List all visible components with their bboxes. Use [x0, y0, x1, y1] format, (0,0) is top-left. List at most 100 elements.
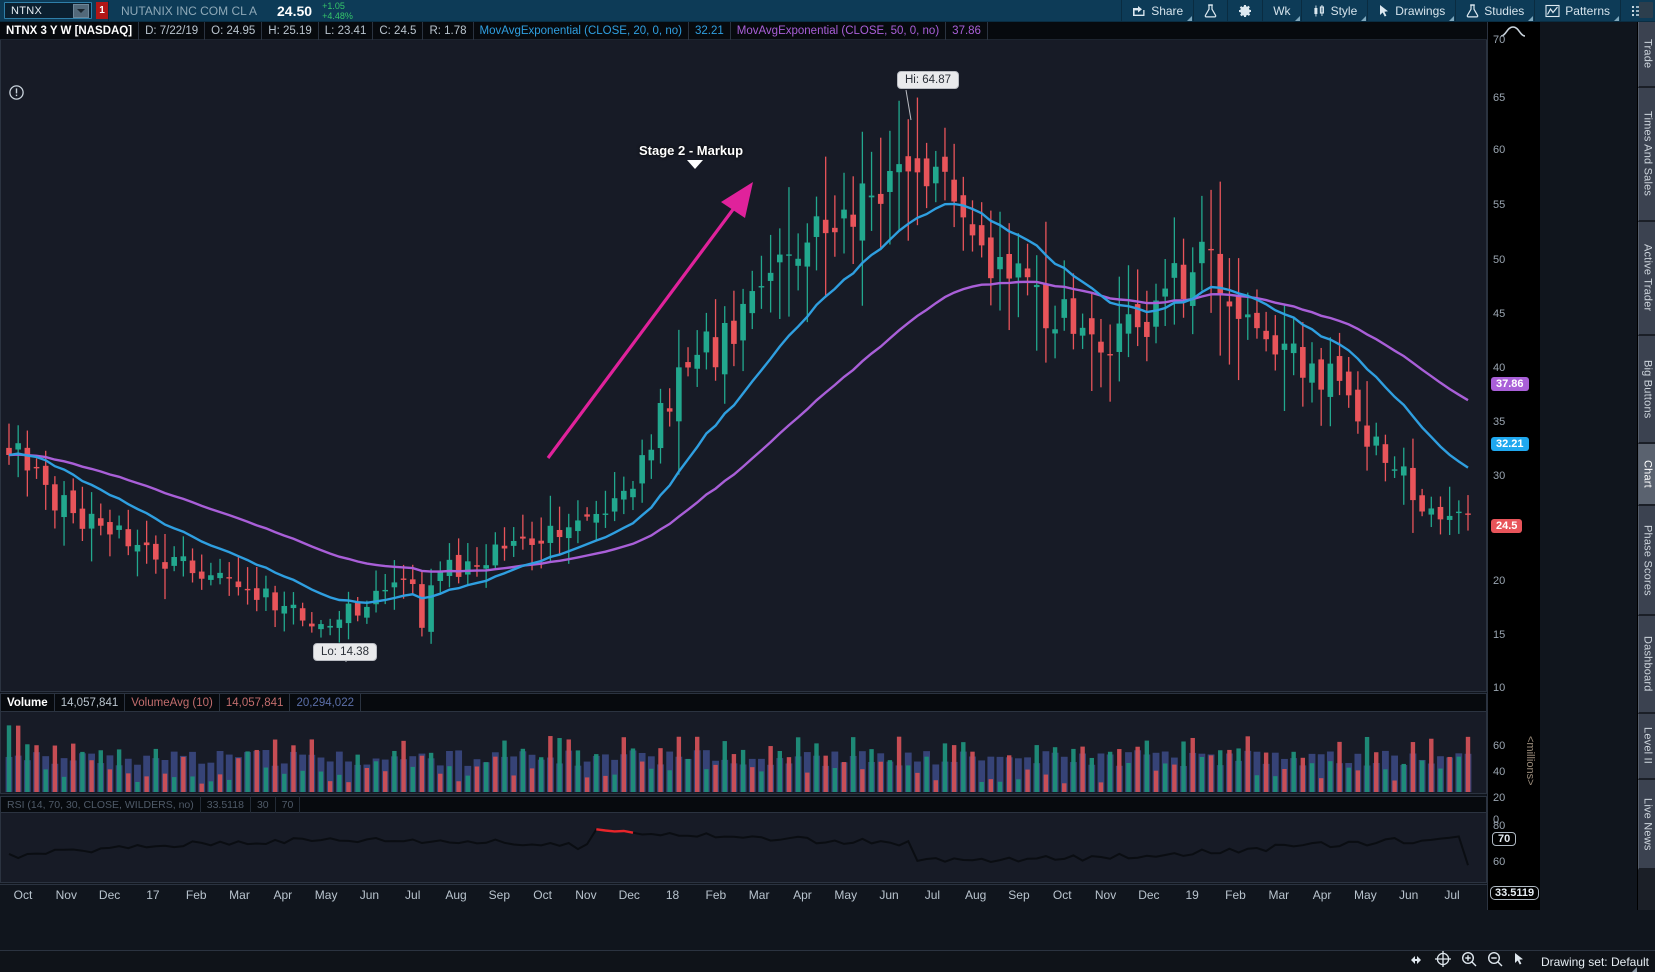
style-button[interactable]: Style	[1300, 0, 1368, 22]
zoom-in-icon[interactable]	[1461, 951, 1477, 972]
time-axis-label: Aug	[964, 888, 987, 902]
sidebar-tab-active-trader[interactable]: Active Trader	[1638, 222, 1655, 336]
sidebar-tab-phase-scores[interactable]: Phase Scores	[1638, 506, 1655, 616]
sidebar-tab-label: Trade	[1641, 39, 1654, 69]
time-axis-label: Nov	[55, 888, 77, 902]
study-ema20-value: 32.21	[689, 21, 731, 40]
price-axis[interactable]: 70 65 60 55 50 45 40 35 30 20 15 10 37.8…	[1487, 22, 1540, 910]
company-name: NUTANIX INC COM CL A	[121, 3, 258, 18]
flask-icon	[1466, 3, 1479, 17]
sidebar-tab-level-ii[interactable]: Level II	[1638, 714, 1655, 780]
sidebar-tab-chart[interactable]: Chart	[1638, 444, 1655, 506]
rsi-title[interactable]: RSI (14, 70, 30, CLOSE, WILDERS, no)	[1, 796, 201, 813]
bottom-status-bar: Drawing set: Default	[0, 950, 1655, 972]
time-axis-label: Mar	[229, 888, 250, 902]
chevron-down-icon[interactable]	[73, 3, 89, 18]
time-axis-label: Sep	[488, 888, 511, 902]
zoom-out-icon[interactable]	[1487, 951, 1503, 972]
price-tick: 15	[1493, 629, 1506, 641]
sidebar-tab-label: Phase Scores	[1641, 524, 1654, 596]
timeframe-label: Wk	[1273, 3, 1291, 18]
style-label: Style	[1330, 3, 1358, 18]
sidebar-tab-trade[interactable]: Trade	[1638, 22, 1655, 88]
sidebar-tab-dashboard[interactable]: Dashboard	[1638, 616, 1655, 714]
sidebar-tab-live-news[interactable]: Live News	[1638, 780, 1655, 870]
sidebar-tab-label: Active Trader	[1641, 244, 1654, 312]
patterns-button[interactable]: Patterns	[1534, 0, 1620, 22]
last-price-pill: 24.5	[1491, 519, 1523, 533]
flask-icon	[1204, 3, 1217, 17]
sidebar-tab-label: Times And Sales	[1641, 111, 1654, 197]
pattern-chart-icon	[1545, 4, 1560, 17]
sidebar-tab-label: Dashboard	[1641, 636, 1654, 692]
time-axis-label: Jul	[405, 888, 421, 902]
drawings-button[interactable]: Drawings	[1367, 0, 1455, 22]
stage-annotation-arrow	[687, 160, 703, 169]
time-axis-label: Jul	[1444, 888, 1460, 902]
volumeavg-label[interactable]: VolumeAvg (10)	[125, 693, 220, 712]
price-tick: 55	[1493, 199, 1506, 211]
time-axis-label: Apr	[273, 888, 293, 902]
time-axis-label: Dec	[98, 888, 121, 902]
price-chart-pane[interactable]: Stage 2 - Markup Hi: 64.87 Lo: 14.38	[0, 40, 1487, 692]
symbol-input[interactable]: NTNX	[4, 2, 92, 19]
right-sidebar-tabs: Trade Times And Sales Active Trader Big …	[1637, 22, 1655, 910]
stage-annotation-label[interactable]: Stage 2 - Markup	[639, 143, 743, 158]
candle-style-icon	[1313, 4, 1324, 16]
price-tick: 45	[1493, 308, 1506, 320]
time-axis-label: Sep	[1008, 888, 1030, 902]
time-axis-label: May	[314, 888, 338, 902]
time-axis-label: Nov	[575, 888, 597, 902]
settings-button[interactable]	[1227, 0, 1262, 22]
rsi-upper-band: 70	[276, 796, 301, 813]
price-tick: 35	[1493, 416, 1506, 428]
price-tick: 65	[1493, 92, 1506, 104]
price-tick: 50	[1493, 254, 1506, 266]
time-axis-label: Oct	[13, 888, 33, 902]
sidebar-tab-big-buttons[interactable]: Big Buttons	[1638, 336, 1655, 444]
crosshair-icon[interactable]	[1434, 951, 1451, 972]
time-axis-label: Apr	[793, 888, 812, 902]
trading-platform-window: NTNX 1 NUTANIX INC COM CL A 24.50 +1.05 …	[0, 0, 1655, 972]
cursor-arrow-icon[interactable]	[1513, 952, 1526, 972]
time-axis-label: Oct	[533, 888, 552, 902]
time-axis-label: Jun	[359, 888, 380, 902]
volume-title[interactable]: Volume	[1, 693, 55, 712]
rsi-pane-header: RSI (14, 70, 30, CLOSE, WILDERS, no) 33.…	[0, 796, 1487, 813]
share-icon	[1133, 6, 1145, 16]
time-axis-label: Jun	[879, 888, 899, 902]
studies-flask-button[interactable]	[1193, 0, 1227, 22]
ohlc-high: H: 25.19	[262, 21, 319, 40]
alert-count-badge[interactable]: 1	[96, 2, 108, 19]
sidebar-tab-label: Live News	[1641, 797, 1654, 851]
share-button[interactable]: Share	[1121, 0, 1193, 22]
price-tick: 20	[1493, 575, 1506, 587]
price-tick: 40	[1493, 362, 1506, 374]
volume-tick: 60	[1493, 740, 1506, 752]
chart-title: NTNX 3 Y W [NASDAQ]	[0, 21, 140, 40]
window-scrollbar-thumb[interactable]	[1639, 2, 1653, 18]
sidebar-tab-times-and-sales[interactable]: Times And Sales	[1638, 88, 1655, 222]
low-price-bubble: Lo: 14.38	[313, 643, 377, 661]
timeframe-button[interactable]: Wk	[1262, 0, 1300, 22]
high-price-bubble: Hi: 64.87	[897, 71, 960, 89]
rsi-tick: 80	[1493, 820, 1506, 832]
rsi-overbought-line	[596, 828, 634, 834]
ohlc-date: D: 7/22/19	[139, 21, 206, 40]
symbol-text: NTNX	[11, 4, 43, 17]
chart-info-bar: NTNX 3 Y W [NASDAQ] D: 7/22/19 O: 24.95 …	[0, 21, 1487, 40]
rsi-line	[8, 828, 1469, 866]
studies-button[interactable]: Studies	[1455, 0, 1534, 22]
time-axis[interactable]: Oct Nov Dec 17 Feb Mar Apr May Jun Jul Aug Sep Oct No…	[0, 884, 1487, 906]
volume-chart-pane[interactable]	[0, 712, 1487, 794]
study-ema50-label[interactable]: MovAvgExponential (CLOSE, 50, 0, no)	[731, 21, 947, 40]
resize-grip-icon[interactable]	[1629, 962, 1637, 972]
ohlc-low: L: 23.41	[319, 21, 374, 40]
pan-icon[interactable]	[1407, 953, 1425, 971]
patterns-label: Patterns	[1565, 3, 1610, 18]
gear-icon	[1239, 4, 1252, 17]
study-ema20-label[interactable]: MovAvgExponential (CLOSE, 20, 0, no)	[474, 21, 689, 40]
rsi-chart-pane[interactable]	[0, 813, 1487, 883]
studies-label: Studies	[1484, 3, 1525, 18]
volume-tick: 40	[1493, 766, 1506, 778]
